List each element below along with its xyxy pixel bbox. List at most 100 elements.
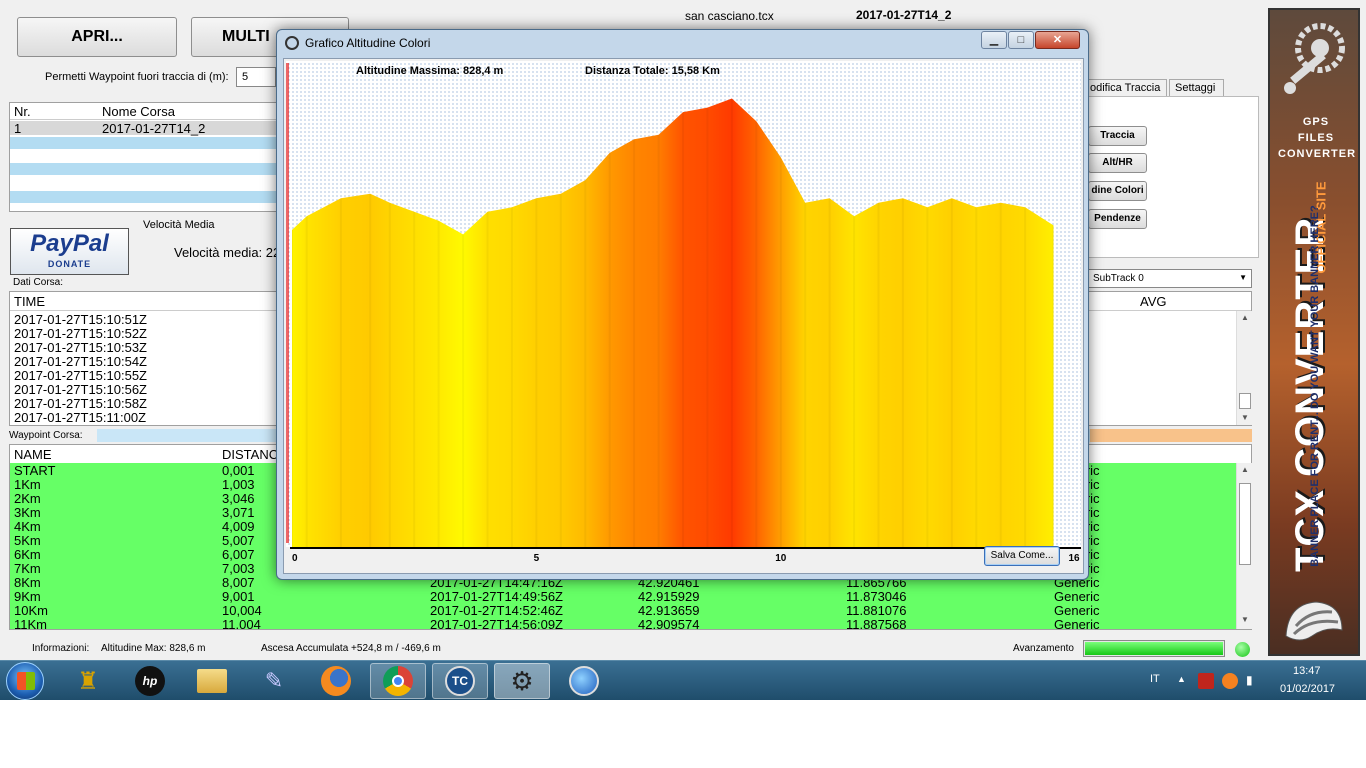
table-row[interactable]: 11Km 11,004 2017-01-27T14:56:09Z 42.909574 1… xyxy=(10,617,1236,629)
scroll-thumb[interactable] xyxy=(1239,393,1251,409)
taskbar-app-explorer[interactable] xyxy=(184,663,240,699)
firefox-icon xyxy=(321,666,351,696)
taskbar-app-firefox[interactable] xyxy=(308,663,364,699)
start-button[interactable] xyxy=(6,662,44,700)
tab-modifica-traccia[interactable]: odifica Traccia xyxy=(1080,79,1167,97)
track-row-nr: 1 xyxy=(14,121,22,136)
table-row[interactable]: 2017-01-27T15:11:00Z xyxy=(14,410,146,425)
taskbar-app-editor[interactable]: ✎ xyxy=(246,663,302,699)
col-header-nr: Nr. xyxy=(14,104,31,119)
max-alt-label: Altitudine Massima: 828,4 m xyxy=(356,65,504,77)
gear-icon: ⚙ xyxy=(510,665,534,696)
elevation-point xyxy=(510,207,513,547)
tcx-converter-banner[interactable]: GPS FILES CONVERTER TCX CONVERTER OFFICI… xyxy=(1268,8,1360,656)
track-row[interactable]: 1 2017-01-27T14_2 xyxy=(10,121,278,136)
table-stripe xyxy=(10,163,278,175)
tab-settaggi[interactable]: Settaggi xyxy=(1169,79,1224,97)
taskbar: ♜ hp ✎ TC ⚙ IT ▲ ▮ 13:47 01/02/2017 xyxy=(0,660,1366,700)
elevation-point xyxy=(369,193,372,547)
taskbar-app-altitude-chart[interactable]: ⚙ xyxy=(494,663,550,699)
col-header-name: Nome Corsa xyxy=(102,104,175,119)
table-row[interactable]: 2017-01-27T15:10:53Z xyxy=(14,340,147,355)
elevation-point xyxy=(339,198,342,547)
taskbar-app-castle[interactable]: ♜ xyxy=(60,663,116,699)
altitude-chart: 05101516 Altitudine Massima: 828,4 m Dis… xyxy=(286,61,1081,564)
clock-time[interactable]: 13:47 xyxy=(1293,665,1321,677)
tracks-table[interactable]: Nr. Nome Corsa 1 2017-01-27T14_2 xyxy=(9,102,279,212)
elevation-point xyxy=(413,211,416,547)
tray-pdf-icon[interactable] xyxy=(1198,673,1214,689)
elevation-point xyxy=(706,107,709,547)
subtrack-select[interactable]: SubTrack 0 ▼ xyxy=(1086,269,1252,288)
scroll-thumb[interactable] xyxy=(1239,483,1251,565)
right-tab-content xyxy=(1080,96,1259,258)
tray-expand-icon[interactable]: ▲ xyxy=(1177,674,1186,684)
waypoint-tolerance-input[interactable]: 5 xyxy=(236,67,276,87)
bike-crank-icon xyxy=(1280,18,1348,98)
maximize-button[interactable]: □ xyxy=(1008,31,1034,49)
elevation-point xyxy=(584,180,587,547)
castle-icon: ♜ xyxy=(77,667,99,695)
clock-date[interactable]: 01/02/2017 xyxy=(1280,683,1335,695)
taskbar-app-google-earth[interactable] xyxy=(556,663,612,699)
pendenze-button[interactable]: Pendenze xyxy=(1088,209,1147,229)
track-name: 2017-01-27T14_2 xyxy=(856,8,952,22)
elevation-point xyxy=(305,216,308,547)
chrome-icon xyxy=(383,666,413,696)
elevation-point xyxy=(901,198,904,547)
elevation-point xyxy=(779,157,782,547)
taskbar-app-tcx-converter[interactable]: TC xyxy=(432,663,488,699)
banner-bottom-text: BANNER PLACE FOR RENT... DO YOU WANT YOU… xyxy=(1309,205,1321,567)
scroll-down-icon[interactable]: ▼ xyxy=(1237,413,1253,422)
globe-icon xyxy=(569,666,599,696)
taskbar-app-chrome[interactable] xyxy=(370,663,426,699)
waypoint-filter-bar-orange xyxy=(1090,429,1252,442)
scroll-up-icon[interactable]: ▲ xyxy=(1237,465,1253,474)
elevation-point xyxy=(486,211,489,547)
elevation-point xyxy=(559,193,562,547)
elevation-point xyxy=(999,202,1002,547)
helmet-icon xyxy=(1282,596,1346,648)
altitude-chart-dialog: Grafico Altitudine Colori ▁ □ ✕ 0 5 10 1… xyxy=(276,29,1089,580)
alt-hr-button[interactable]: Alt/HR xyxy=(1088,153,1147,173)
dati-scrollbar[interactable]: ▲ ▼ xyxy=(1236,311,1252,425)
table-row[interactable]: 2017-01-27T15:10:55Z xyxy=(14,368,147,383)
waypoints-scrollbar[interactable]: ▲ ▼ xyxy=(1236,463,1252,629)
minimize-button[interactable]: ▁ xyxy=(981,31,1007,49)
ascent-status: Ascesa Accumulata +524,8 m / -469,6 m xyxy=(261,643,441,654)
dati-corsa-label: Dati Corsa: xyxy=(13,277,64,288)
scroll-up-icon[interactable]: ▲ xyxy=(1237,313,1253,322)
elevation-point xyxy=(388,202,391,547)
save-as-button[interactable]: Salva Come... xyxy=(984,546,1060,566)
waypoint-corsa-label: Waypoint Corsa: xyxy=(9,430,83,441)
table-row[interactable]: 2017-01-27T15:10:58Z xyxy=(14,396,147,411)
table-row[interactable]: 9Km 9,001 2017-01-27T14:49:56Z 42.915929 11.… xyxy=(10,589,1236,604)
language-indicator[interactable]: IT xyxy=(1150,673,1160,685)
track-row-name: 2017-01-27T14_2 xyxy=(102,121,206,136)
dialog-app-icon xyxy=(285,36,299,50)
x-tick-label: 0 xyxy=(292,553,298,564)
table-row[interactable]: 2017-01-27T15:10:56Z xyxy=(14,382,147,397)
elevation-point xyxy=(926,207,929,547)
taskbar-app-hp[interactable]: hp xyxy=(122,663,178,699)
paypal-donate-button[interactable]: PayPal DONATE xyxy=(10,228,129,275)
table-row[interactable]: 10Km 10,004 2017-01-27T14:52:46Z 42.913659 1… xyxy=(10,603,1236,618)
elevation-point xyxy=(608,152,611,547)
table-row[interactable]: 2017-01-27T15:10:52Z xyxy=(14,326,147,341)
altitudine-colori-button[interactable]: dine Colori xyxy=(1088,181,1147,201)
elevation-point xyxy=(657,134,660,547)
close-button[interactable]: ✕ xyxy=(1035,31,1080,49)
traccia-button[interactable]: Traccia xyxy=(1088,126,1147,146)
tray-avast-icon[interactable] xyxy=(1222,673,1238,689)
open-button[interactable]: APRI... xyxy=(17,17,177,57)
progress-fill xyxy=(1085,642,1223,655)
scroll-down-icon[interactable]: ▼ xyxy=(1237,615,1253,624)
pen-icon: ✎ xyxy=(264,668,284,693)
folder-icon xyxy=(197,669,227,693)
table-row[interactable]: 2017-01-27T15:10:54Z xyxy=(14,354,147,369)
table-row[interactable]: 2017-01-27T15:10:51Z xyxy=(14,312,147,327)
tray-network-icon[interactable]: ▮ xyxy=(1246,673,1253,687)
elevation-point xyxy=(437,220,440,547)
elevation-point xyxy=(535,198,538,547)
paypal-donate-label: DONATE xyxy=(47,259,92,269)
